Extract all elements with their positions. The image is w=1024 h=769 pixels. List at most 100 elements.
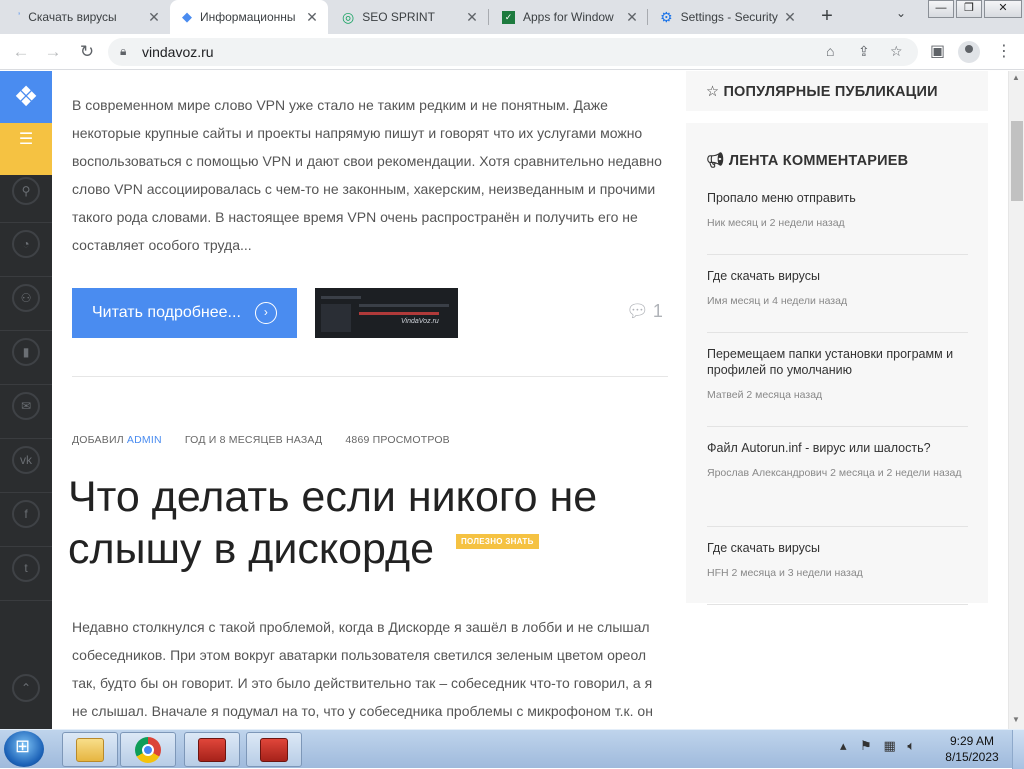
show-hidden-icons-icon[interactable]: ▴ — [840, 738, 847, 753]
minimize-button[interactable]: — — [928, 0, 954, 18]
tab-apps-for-windows[interactable]: ✓ Apps for Window ✕ — [490, 0, 648, 34]
vk-icon[interactable]: vk — [12, 446, 40, 474]
comment-post-link[interactable]: Пропало меню отправить — [707, 190, 968, 206]
forward-icon[interactable]: → — [42, 41, 64, 63]
seosprint-favicon-icon: ◎ — [342, 8, 355, 25]
mail-icon[interactable]: ✉ — [12, 392, 40, 420]
tab-title: Settings - Security — [680, 10, 778, 24]
divider — [0, 600, 52, 601]
back-icon[interactable]: ← — [10, 41, 32, 63]
browser-toolbar: ← → ↻ 🔒︎ vindavoz.ru ⌂ ⇪ ☆ ▣ ⋮ — [0, 34, 1024, 70]
profile-avatar[interactable] — [958, 41, 980, 63]
comment-meta: Ярослав Александрович 2 месяца и 2 недел… — [707, 467, 962, 479]
comment-post-link[interactable]: Где скачать вирусы — [707, 540, 968, 556]
comment-divider — [707, 526, 968, 527]
thumb-panel — [321, 304, 351, 332]
tab-download-viruses[interactable]: ʼ Скачать вирусы ✕ — [6, 0, 170, 34]
bookmark-icon[interactable]: ▮ — [12, 338, 40, 366]
folder-icon — [76, 737, 104, 762]
article-title[interactable]: Что делать если никого не слышу в дискор… — [68, 471, 668, 575]
comment-meta: Имя месяц и 4 недели назад — [707, 295, 848, 307]
divider — [0, 222, 52, 223]
twitter-icon[interactable]: t — [12, 554, 40, 582]
network-icon[interactable]: ▦ — [883, 738, 895, 753]
taskbar-clock[interactable]: 9:29 AM 8/15/2023 — [940, 733, 1004, 765]
share-icon[interactable]: ⇪ — [858, 43, 870, 60]
close-tab-icon[interactable]: ✕ — [624, 9, 640, 26]
comment-post-link[interactable]: Перемещаем папки установки программ и пр… — [707, 346, 968, 378]
taskbar-explorer[interactable] — [62, 732, 118, 767]
url-text[interactable]: vindavoz.ru — [142, 44, 214, 60]
facebook-icon[interactable]: f — [12, 500, 40, 528]
close-tab-icon[interactable]: ✕ — [304, 9, 320, 26]
site-logo-icon[interactable]: ❖ — [0, 71, 52, 123]
comment-post-link[interactable]: Файл Autorun.inf - вирус или шалость? — [707, 440, 968, 456]
tab-seo-sprint[interactable]: ◎ SEO SPRINT ✕ — [330, 0, 488, 34]
translate-icon[interactable]: ⌂ — [826, 43, 834, 59]
category-badge[interactable]: ПОЛЕЗНО ЗНАТЬ — [456, 534, 539, 549]
divider — [0, 438, 52, 439]
system-tray: ▴ ⚑ ▦ 🔈︎ — [840, 738, 915, 754]
page-content: В современном мире слово VPN уже стало н… — [52, 71, 1012, 729]
new-tab-button[interactable]: + — [814, 4, 840, 30]
thumb-line — [359, 304, 449, 307]
bookmark-star-icon[interactable]: ☆ — [890, 43, 903, 60]
comments-icon: 💬︎ — [626, 301, 649, 321]
close-tab-icon[interactable]: ✕ — [464, 9, 480, 26]
scrollbar-thumb[interactable] — [1011, 121, 1023, 201]
scroll-down-icon[interactable]: ▼ — [1012, 715, 1020, 724]
diamond-favicon-icon: ◆ — [182, 9, 192, 24]
comment-item: Перемещаем папки установки программ и пр… — [707, 346, 968, 406]
comment-item: Файл Autorun.inf - вирус или шалость? Яр… — [707, 440, 968, 484]
taskbar-app-2[interactable] — [246, 732, 302, 767]
comment-divider — [707, 254, 968, 255]
tab-settings-security[interactable]: ⚙ Settings - Security ✕ — [648, 0, 806, 34]
article-divider — [72, 376, 668, 377]
article-thumbnail[interactable]: VindaVoz.ru — [315, 288, 458, 338]
read-more-label: Читать подробнее... — [92, 304, 241, 321]
restore-button[interactable]: ❐ — [956, 0, 982, 18]
menu-dots-icon[interactable]: ⋮ — [996, 41, 1012, 61]
tab-title: Скачать вирусы — [28, 10, 117, 24]
comment-count[interactable]: 💬︎ 1 — [626, 301, 663, 322]
popular-widget: ☆ ПОПУЛЯРНЫЕ ПУБЛИКАЦИИ — [686, 71, 988, 111]
tab-title: Apps for Window — [523, 10, 614, 24]
toolbox-icon — [198, 737, 226, 762]
comment-divider — [707, 332, 968, 333]
start-button[interactable] — [4, 731, 44, 767]
comment-meta: HFH 2 месяца и 3 недели назад — [707, 567, 863, 579]
comment-item: Где скачать вирусы HFH 2 месяца и 3 неде… — [707, 540, 968, 584]
scroll-top-icon[interactable]: ⌃ — [12, 674, 40, 702]
side-panel-icon[interactable]: ▣ — [930, 41, 945, 61]
meta-author-link[interactable]: ADMIN — [127, 434, 162, 446]
close-tab-icon[interactable]: ✕ — [146, 9, 162, 26]
search-icon[interactable]: ⚲ — [12, 177, 40, 205]
comment-count-value: 1 — [652, 301, 663, 321]
rss-icon[interactable]: ◔ — [12, 230, 40, 258]
divider — [0, 492, 52, 493]
menu-list-icon[interactable]: ☰ — [0, 123, 52, 175]
tab-information[interactable]: ◆ Информационны ✕ — [170, 0, 328, 34]
show-desktop-button[interactable] — [1012, 730, 1024, 769]
reload-icon[interactable]: ↻ — [76, 41, 98, 63]
sitemap-icon[interactable]: ⚇ — [12, 284, 40, 312]
taskbar-app-1[interactable] — [184, 732, 240, 767]
volume-icon[interactable]: 🔈︎ — [907, 738, 915, 753]
megaphone-icon: 📢︎ — [706, 153, 725, 169]
popular-title: ПОПУЛЯРНЫЕ ПУБЛИКАЦИИ — [723, 84, 938, 100]
taskbar-chrome[interactable] — [120, 732, 176, 767]
tab-search-chevron-icon[interactable]: ⌄ — [896, 6, 906, 20]
address-bar[interactable]: 🔒︎ vindavoz.ru ⌂ ⇪ ☆ — [108, 38, 918, 66]
divider — [0, 276, 52, 277]
action-center-icon[interactable]: ⚑ — [860, 738, 872, 753]
comment-post-link[interactable]: Где скачать вирусы — [707, 268, 968, 284]
clock-time: 9:29 AM — [949, 734, 995, 748]
page-scrollbar[interactable]: ▲ ▼ — [1008, 71, 1024, 729]
close-tab-icon[interactable]: ✕ — [782, 9, 798, 26]
scroll-up-icon[interactable]: ▲ — [1012, 73, 1020, 82]
tab-title: SEO SPRINT — [362, 10, 435, 24]
close-window-button[interactable]: ✕ — [984, 0, 1022, 18]
lock-icon[interactable]: 🔒︎ — [120, 44, 126, 59]
divider — [0, 330, 52, 331]
read-more-button[interactable]: Читать подробнее... › — [72, 288, 297, 338]
